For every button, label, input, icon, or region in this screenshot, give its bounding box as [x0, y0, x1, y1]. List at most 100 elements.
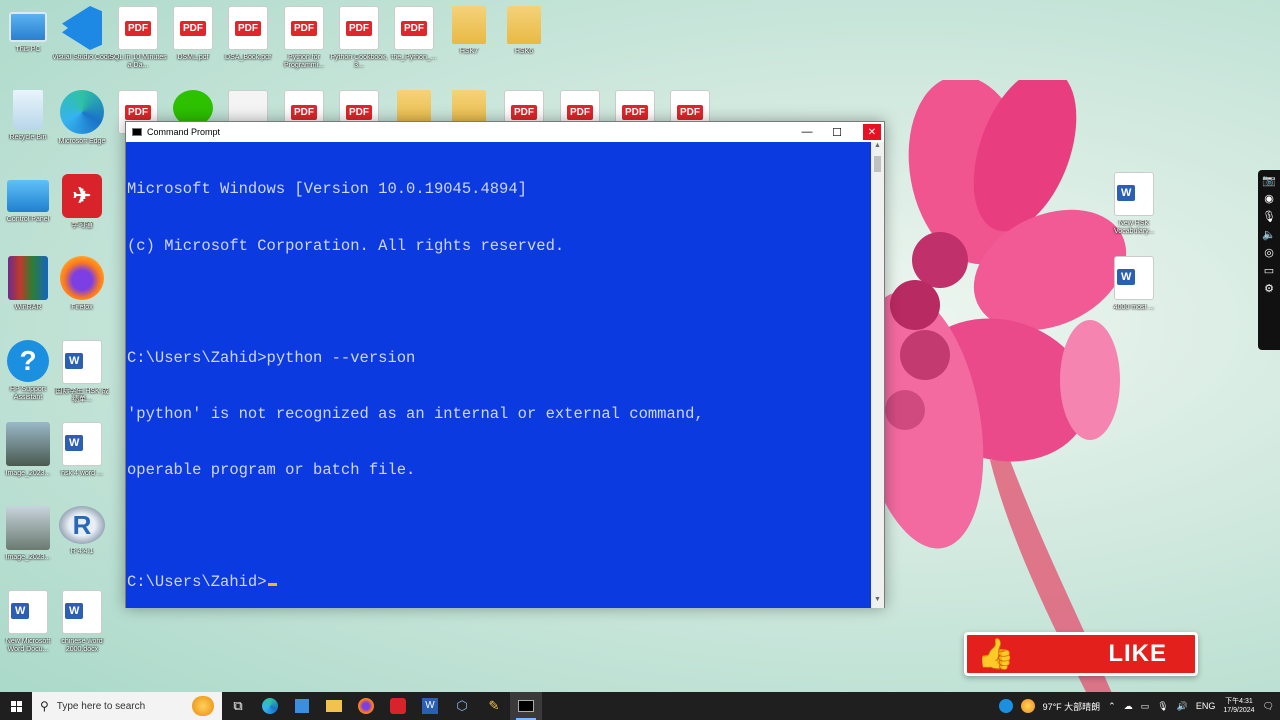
like-label: LIKE [1108, 640, 1167, 667]
window-titlebar[interactable]: Command Prompt — ☐ ✕ [126, 122, 884, 142]
maximize-button[interactable]: ☐ [822, 122, 852, 142]
desktop-icon-4000-most[interactable]: W 4000 most ... [1106, 256, 1162, 336]
desktop-icon-label: the_Python_... [391, 54, 437, 61]
cmd-app-icon [132, 128, 142, 136]
speaker-icon[interactable]: 🔈 [1262, 228, 1276, 242]
desktop-icon-label: R 4.4.1 [70, 548, 94, 555]
desktop-icon-label: Python Cookbook, 3... [330, 54, 388, 69]
desktop-icon-hp-support[interactable]: ? HP Support Assistant [0, 340, 56, 420]
language-indicator[interactable]: ENG [1196, 701, 1216, 711]
desktop-icon-sql-pdf[interactable]: PDF SQL in 10 Minutes a Da... [109, 6, 167, 86]
start-button[interactable] [0, 692, 32, 720]
desktop-icon-label: DSML.pdf [177, 54, 209, 61]
desktop-icon-new-word[interactable]: W New Microsoft Word Docu... [0, 590, 56, 670]
desktop-icon-label: HP Support Assistant [9, 386, 47, 401]
console-output[interactable]: Microsoft Windows [Version 10.0.19045.48… [126, 142, 872, 608]
desktop-icon-label: This PC [15, 46, 41, 53]
taskbar-xuexitong[interactable] [382, 692, 414, 720]
desktop-icon-image-1[interactable]: Image_2023... [0, 422, 56, 502]
desktop-icon-label: Firefox [71, 304, 93, 311]
console-line: C:\Users\Zahid>python --version [127, 348, 416, 367]
desktop-icon-hsk-word[interactable]: W 国际学生 HSK 成绩单... [54, 340, 110, 420]
desktop-icon-edge[interactable]: Microsoft Edge [54, 90, 110, 170]
desktop-icon-label: 国际学生 HSK 成绩单... [55, 388, 109, 403]
word-doc-icon: W [1114, 256, 1154, 300]
word-doc-icon: W [62, 590, 102, 634]
console-line: 'python' is not recognized as an interna… [127, 404, 704, 423]
weather-icon[interactable] [1020, 699, 1035, 713]
desktop-icon-winrar[interactable]: WinRAR [0, 256, 56, 336]
network-icon[interactable]: ▭ [1141, 701, 1150, 712]
like-button[interactable]: 👍 LIKE [964, 632, 1198, 676]
tray-chevron-icon[interactable]: ⌃ [1108, 701, 1116, 712]
desktop-icon-image-2[interactable]: Image_2023... [0, 506, 56, 586]
taskbar-command-prompt[interactable] [510, 692, 542, 720]
webcam-icon[interactable]: ◎ [1262, 246, 1276, 260]
notification-icon[interactable]: 🗨 [1263, 701, 1274, 712]
taskbar-tool[interactable]: ✎ [478, 692, 510, 720]
desktop-icon-recycle-bin[interactable]: Recycle Bin [0, 90, 56, 170]
desktop-icon-python-prog-pdf[interactable]: PDF Python for Programmi... [276, 6, 332, 86]
store-icon [295, 699, 309, 713]
folder-icon [507, 6, 541, 44]
desktop-icon-the-python-pdf[interactable]: PDF the_Python_... [386, 6, 442, 86]
volume-icon[interactable]: 🔊 [1177, 701, 1188, 712]
desktop-icon-hsk6-folder[interactable]: HSK6 [496, 6, 552, 86]
camera-icon[interactable]: 📷 [1262, 174, 1276, 188]
taskbar-search[interactable]: ⚲ Type here to search [32, 692, 222, 720]
taskbar-word[interactable]: W [414, 692, 446, 720]
close-button[interactable]: ✕ [863, 124, 881, 140]
cortana-icon[interactable] [192, 696, 214, 716]
microphone-icon[interactable]: 🎙 [1157, 701, 1168, 712]
hp-assistant-icon[interactable] [998, 699, 1013, 713]
windows-logo-icon [10, 700, 22, 712]
search-icon: ⚲ [40, 699, 49, 713]
desktop-icon-hsk7-folder[interactable]: HSK7 [441, 6, 497, 86]
microphone-icon[interactable]: 🎙 [1262, 210, 1276, 224]
taskbar-store[interactable] [286, 692, 318, 720]
desktop-icon-label: Python for Programmi... [283, 54, 325, 69]
desktop-icon-firefox[interactable]: Firefox [54, 256, 110, 336]
desktop-icon-control-panel[interactable]: Control Panel [0, 174, 56, 254]
command-prompt-window[interactable]: Command Prompt — ☐ ✕ Microsoft Windows [… [125, 121, 885, 608]
task-view-button[interactable]: ⧉ [222, 692, 254, 720]
scroll-down-icon[interactable]: ▼ [873, 596, 882, 608]
taskbar-virtualbox[interactable]: ⬡ [446, 692, 478, 720]
record-icon[interactable]: ◉ [1262, 192, 1276, 206]
minimize-button[interactable]: — [792, 122, 822, 142]
virtualbox-icon: ⬡ [456, 698, 468, 713]
desktop-icon-dsa-pdf[interactable]: PDF DSA_Book.pdf [220, 6, 276, 86]
system-tray: 97°F 大部晴朗 ⌃ ☁ ▭ 🎙 🔊 ENG 下午4:31 17/9/2024… [998, 697, 1280, 715]
desktop-icon-label: Image_2023... [5, 554, 51, 561]
computer-icon [9, 12, 47, 42]
clock-time: 下午4:31 [1225, 698, 1253, 705]
vertical-scrollbar[interactable]: ▲ ▼ [871, 142, 884, 608]
desktop-icon-this-pc[interactable]: This PC [0, 6, 56, 86]
scrollbar-thumb[interactable] [874, 156, 881, 172]
clock[interactable]: 下午4:31 17/9/2024 [1223, 697, 1254, 715]
taskbar-edge[interactable] [254, 692, 286, 720]
settings-icon[interactable]: ⚙ [1262, 282, 1276, 296]
scroll-up-icon[interactable]: ▲ [873, 142, 882, 154]
desktop-icon-new-hsk-vocab[interactable]: W New HSK Vocabulary... [1106, 172, 1162, 252]
desktop-icon-python-cookbook-pdf[interactable]: PDF Python Cookbook, 3... [330, 6, 388, 86]
window-icon[interactable]: ▭ [1262, 264, 1276, 278]
console-prompt-line[interactable]: C:\Users\Zahid> [127, 573, 872, 592]
weather-text[interactable]: 97°F 大部晴朗 [1043, 700, 1101, 713]
pdf-icon: PDF [394, 6, 434, 50]
console-line: operable program or batch file. [127, 460, 416, 479]
onedrive-icon[interactable]: ☁ [1124, 701, 1133, 712]
desktop-icon-r[interactable]: R R 4.4.1 [54, 506, 110, 586]
word-doc-icon: W [62, 340, 102, 384]
desktop-icon-hsk4-word[interactable]: W hsk 4 word ... [54, 422, 110, 502]
desktop-icon-dsml-pdf[interactable]: PDF DSML.pdf [165, 6, 221, 86]
desktop-icon-label: New Microsoft Word Docu... [5, 638, 51, 653]
desktop-icon-chinese-word[interactable]: W chinese word 2000.docx [54, 590, 110, 670]
desktop-icon-vscode[interactable]: Visual Studio Code [52, 6, 112, 86]
desktop-icon-xuexitong[interactable]: ✈ 学习通 [54, 174, 110, 254]
task-view-icon: ⧉ [233, 698, 243, 713]
taskbar-file-explorer[interactable] [318, 692, 350, 720]
taskbar-firefox[interactable] [350, 692, 382, 720]
